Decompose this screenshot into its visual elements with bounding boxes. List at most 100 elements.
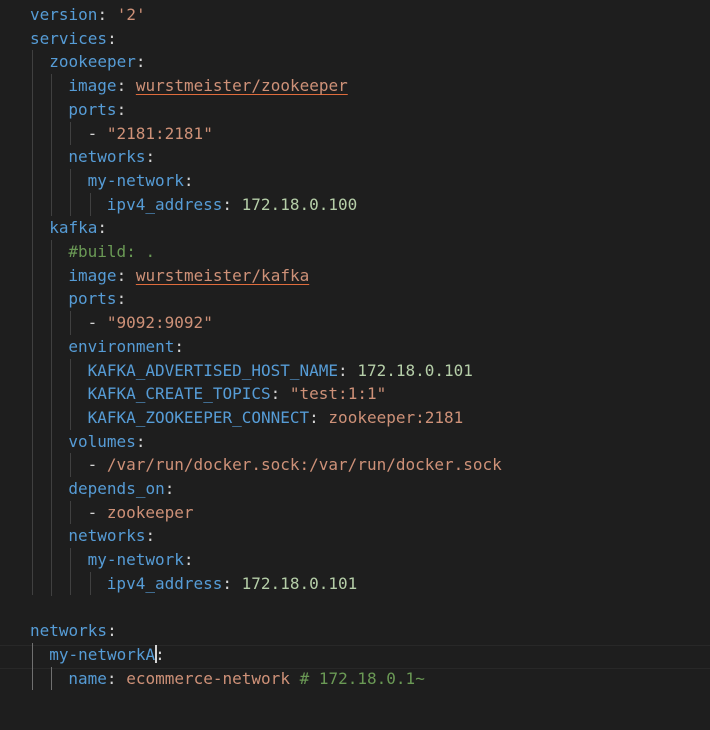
yaml-key: networks xyxy=(68,526,146,546)
yaml-separator: : xyxy=(116,99,127,119)
yaml-key: volumes xyxy=(68,431,136,451)
yaml-comment: #build: . xyxy=(68,242,156,261)
code-line[interactable]: volumes: xyxy=(68,430,145,454)
yaml-separator: : xyxy=(135,52,146,72)
yaml-value: 172.18.0.101 xyxy=(357,360,473,380)
yaml-key: networks xyxy=(30,621,108,641)
indent-guide xyxy=(32,50,33,596)
yaml-key: services xyxy=(30,28,108,48)
yaml-value: ecommerce-network xyxy=(126,668,290,688)
indent-guide xyxy=(70,311,72,335)
code-line[interactable]: #build: . xyxy=(68,240,155,264)
code-line[interactable]: my-network: xyxy=(88,548,194,572)
yaml-separator: : xyxy=(155,644,165,664)
yaml-separator: : xyxy=(183,170,194,190)
indent-guide xyxy=(70,168,72,217)
yaml-separator: : xyxy=(164,479,175,498)
yaml-separator: : xyxy=(107,621,117,641)
code-line[interactable]: name: ecommerce-network # 172.18.0.1~ xyxy=(68,667,424,691)
code-line[interactable]: version: '2' xyxy=(30,3,146,27)
code-line[interactable]: networks: xyxy=(30,619,117,643)
yaml-separator: : xyxy=(107,28,117,48)
code-line[interactable]: - "9092:9092" xyxy=(88,311,213,335)
yaml-value: '2' xyxy=(116,5,146,24)
indent-guide xyxy=(32,642,33,691)
yaml-key: ports xyxy=(68,289,117,309)
indent-guide xyxy=(89,192,91,217)
code-line[interactable]: - "2181:2181" xyxy=(88,122,213,146)
yaml-key: my-networkA xyxy=(49,644,156,664)
indent-guide xyxy=(70,121,72,146)
yaml-value: wurstmeister/zookeeper xyxy=(135,76,348,96)
yaml-separator: : xyxy=(97,5,117,24)
yaml-key: depends_on xyxy=(68,479,165,498)
yaml-separator: : xyxy=(145,526,156,546)
yaml-key: kafka xyxy=(49,218,98,238)
yaml-comment: # 172.18.0.1~ xyxy=(299,668,425,688)
yaml-value: 172.18.0.101 xyxy=(241,573,358,593)
code-line[interactable]: depends_on: xyxy=(68,477,174,501)
yaml-list-dash: - xyxy=(87,455,107,475)
yaml-separator: : xyxy=(174,336,184,356)
code-line[interactable]: image: wurstmeister/kafka xyxy=(68,264,309,288)
code-line[interactable]: my-network: xyxy=(88,169,194,193)
code-line[interactable]: - /var/run/docker.sock:/var/run/docker.s… xyxy=(88,453,502,477)
indent-guide xyxy=(89,571,91,596)
code-line[interactable]: - zookeeper xyxy=(88,501,194,525)
yaml-key: name xyxy=(68,668,107,688)
code-line[interactable]: ports: xyxy=(68,287,126,311)
yaml-value: zookeeper xyxy=(106,502,194,522)
yaml-separator: : xyxy=(222,194,242,214)
yaml-separator: : xyxy=(97,218,107,238)
code-line[interactable]: my-networkA: xyxy=(49,643,165,667)
code-line[interactable]: KAFKA_ZOOKEEPER_CONNECT: zookeeper:2181 xyxy=(88,406,464,430)
yaml-value: wurstmeister/kafka xyxy=(135,265,310,285)
yaml-list-dash: - xyxy=(87,313,107,333)
yaml-key: version xyxy=(30,5,98,24)
indent-guide xyxy=(70,500,72,525)
yaml-key: ports xyxy=(68,99,117,119)
code-line[interactable]: ipv4_address: 172.18.0.100 xyxy=(107,193,357,217)
yaml-value: "2181:2181" xyxy=(106,123,213,143)
code-line[interactable]: ipv4_address: 172.18.0.101 xyxy=(107,572,357,596)
code-line[interactable]: kafka: xyxy=(49,216,107,240)
yaml-key: KAFKA_ZOOKEEPER_CONNECT xyxy=(87,407,310,427)
yaml-separator: : xyxy=(116,289,127,309)
yaml-value: "test:1:1" xyxy=(289,384,387,404)
code-line[interactable]: networks: xyxy=(68,524,155,548)
code-editor[interactable]: ¸ ¸ ¸ ¸ ¸ ¸ ¸ ¸ ¸ ¸ ¸ ¸ ¸ ¸ ¸ ¸ ¸ ¸ ¸ ¸ … xyxy=(0,0,710,730)
yaml-key: KAFKA_CREATE_TOPICS xyxy=(87,384,271,404)
yaml-key: environment xyxy=(68,336,175,356)
yaml-separator: : xyxy=(338,360,358,380)
yaml-key: ipv4_address xyxy=(106,573,223,593)
yaml-value: 172.18.0.100 xyxy=(241,194,358,214)
yaml-key: KAFKA_ADVERTISED_HOST_NAME xyxy=(87,360,339,380)
code-line[interactable]: services: xyxy=(30,27,117,51)
yaml-key: image xyxy=(68,76,117,96)
code-line[interactable]: KAFKA_CREATE_TOPICS: "test:1:1" xyxy=(88,382,387,406)
yaml-value: /var/run/docker.sock:/var/run/docker.soc… xyxy=(106,455,502,475)
yaml-separator: : xyxy=(183,550,194,570)
indent-guide xyxy=(70,358,72,430)
yaml-value: zookeeper:2181 xyxy=(328,407,464,427)
indent-guide xyxy=(51,240,53,596)
yaml-separator: : xyxy=(145,147,156,167)
indent-guide xyxy=(70,548,72,596)
indent-guide xyxy=(51,74,53,217)
indent-guide xyxy=(70,453,72,477)
yaml-separator: : xyxy=(309,407,329,427)
yaml-separator: : xyxy=(106,668,127,688)
yaml-separator: : xyxy=(116,265,136,285)
code-line[interactable]: KAFKA_ADVERTISED_HOST_NAME: 172.18.0.101 xyxy=(88,359,473,383)
yaml-separator: : xyxy=(116,76,136,96)
yaml-key: zookeeper xyxy=(49,52,136,72)
code-line[interactable]: networks: xyxy=(68,145,155,169)
indent-guide xyxy=(51,666,53,691)
code-line[interactable]: zookeeper: xyxy=(49,50,145,74)
yaml-key: my-network xyxy=(87,550,184,570)
code-line[interactable]: image: wurstmeister/zookeeper xyxy=(68,74,347,98)
code-line[interactable]: environment: xyxy=(68,335,184,359)
yaml-separator: : xyxy=(270,384,290,404)
yaml-separator: : xyxy=(135,431,146,451)
code-line[interactable]: ports: xyxy=(68,98,126,122)
